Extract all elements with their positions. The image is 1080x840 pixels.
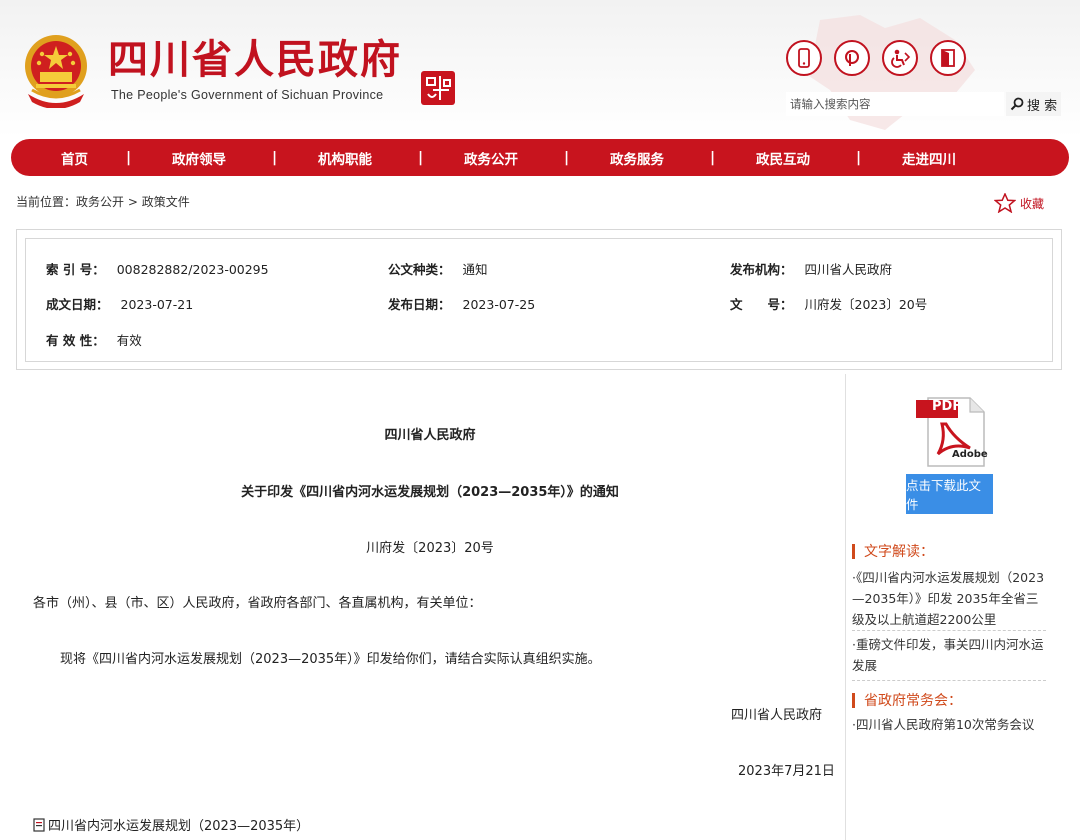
favorite-button[interactable]: 收藏: [994, 193, 1044, 213]
breadcrumb-prefix: 当前位置：: [16, 195, 77, 209]
meta-validity-value: 有效: [116, 333, 142, 348]
breadcrumb: 当前位置：政务公开 > 政策文件: [16, 193, 190, 210]
breadcrumb-separator: >: [124, 195, 142, 209]
breadcrumb-item-policy-docs[interactable]: 政策文件: [142, 195, 190, 209]
meta-index-value: 008282882/2023-00295: [116, 262, 269, 277]
meeting-heading: 省政府常务会：: [852, 690, 962, 710]
meta-index-label: 索 引 号：: [46, 262, 105, 277]
meta-written-value: 2023-07-21: [120, 297, 194, 312]
link-divider: [852, 680, 1046, 681]
weibo-icon[interactable]: [834, 40, 870, 76]
search-box: 搜 索: [786, 92, 1068, 116]
favorite-label: 收藏: [1020, 196, 1045, 211]
interpretation-title: 文字解读：: [864, 544, 934, 560]
attachment-file-icon: [33, 817, 45, 832]
search-icon: [1010, 97, 1024, 111]
star-icon: [994, 193, 1016, 213]
national-emblem-icon: [25, 35, 87, 108]
main-nav: 首页 | 政府领导 | 机构职能 | 政务公开 | 政务服务 | 政民互动 | …: [11, 139, 1069, 176]
search-button-label: 搜 索: [1027, 98, 1058, 114]
nav-item-home[interactable]: 首页: [61, 148, 88, 168]
nav-separator: |: [564, 149, 570, 166]
top-icon-group: [786, 40, 966, 76]
interpretation-link[interactable]: ·重磅文件印发，事关四川内河水运发展: [852, 634, 1048, 676]
meeting-link[interactable]: ·四川省人民政府第10次常务会议: [852, 714, 1048, 735]
interpretation-link[interactable]: ·《四川省内河水运发展规划（2023—2035年）》印发 2035年全省三级及以…: [852, 567, 1048, 630]
nav-item-services[interactable]: 政务服务: [610, 148, 664, 168]
nav-separator: |: [126, 149, 132, 166]
attachment-link[interactable]: 四川省内河水运发展规划（2023—2035年）: [33, 815, 309, 834]
document-title: 关于印发《四川省内河水运发展规划（2023—2035年）》的通知: [241, 485, 619, 500]
meta-type: 公文种类： 通知: [388, 259, 488, 278]
meta-type-value: 通知: [462, 262, 488, 277]
link-divider: [852, 630, 1046, 631]
heading-bar: [852, 692, 855, 708]
site-subtitle: The People's Government of Sichuan Provi…: [111, 88, 384, 102]
search-button[interactable]: 搜 索: [1006, 92, 1062, 116]
search-input[interactable]: [786, 92, 1004, 116]
meta-published-value: 2023-07-25: [462, 297, 536, 312]
meta-org-label: 发布机构：: [730, 262, 793, 277]
nav-separator: |: [272, 149, 278, 166]
meta-written-label: 成文日期：: [46, 297, 109, 312]
site-header: 四川省人民政府 The People's Government of Sichu…: [0, 0, 1080, 138]
meta-validity: 有 效 性： 有效: [46, 330, 142, 349]
document-number: 川府发〔2023〕20号: [366, 541, 494, 556]
document-addressee: 各市（州）、县（市、区）人民政府，省政府各部门、各直属机构，有关单位：: [33, 596, 482, 611]
meta-written-date: 成文日期： 2023-07-21: [46, 294, 193, 313]
meta-published-label: 发布日期：: [388, 297, 451, 312]
nav-separator: |: [710, 149, 716, 166]
nav-item-interaction[interactable]: 政民互动: [756, 148, 810, 168]
interpretation-heading: 文字解读：: [852, 541, 934, 561]
meta-published-date: 发布日期： 2023-07-25: [388, 294, 535, 313]
nav-item-functions[interactable]: 机构职能: [318, 148, 372, 168]
meta-docno-label: 文 号：: [730, 297, 793, 312]
breadcrumb-item-open-affairs[interactable]: 政务公开: [76, 195, 124, 209]
document-body: 四川省人民政府 关于印发《四川省内河水运发展规划（2023—2035年）》的通知…: [26, 378, 844, 840]
document-date: 2023年7月21日: [738, 764, 835, 779]
nav-separator: |: [418, 149, 424, 166]
document-signature: 四川省人民政府: [731, 708, 823, 723]
document-issuer: 四川省人民政府: [384, 428, 476, 443]
pdf-brand: Adobe: [952, 449, 988, 460]
nav-item-about-sichuan[interactable]: 走进四川: [902, 148, 956, 168]
nav-item-open-affairs[interactable]: 政务公开: [464, 148, 518, 168]
right-sidebar: PDF Adobe 点击下载此文件 文字解读： ·《四川省内河水运发展规划（20…: [845, 374, 1055, 840]
meta-doc-number: 文 号： 川府发〔2023〕20号: [730, 294, 927, 313]
meeting-title: 省政府常务会：: [864, 693, 962, 709]
attachment-label: 四川省内河水运发展规划（2023—2035年）: [48, 819, 310, 834]
nav-separator: |: [856, 149, 862, 166]
meta-type-label: 公文种类：: [388, 262, 451, 277]
document-meta-box: 索 引 号： 008282882/2023-00295 公文种类： 通知 发布机构：…: [16, 229, 1062, 370]
meta-validity-label: 有 效 性：: [46, 333, 105, 348]
site-title: 四川省人民政府: [108, 37, 402, 83]
heading-bar: [852, 543, 855, 559]
accessibility-icon[interactable]: [882, 40, 918, 76]
mobile-icon[interactable]: [786, 40, 822, 76]
nav-item-leaders[interactable]: 政府领导: [172, 148, 226, 168]
document-body-text: 现将《四川省内河水运发展规划（2023—2035年）》印发给你们，请结合实际认真…: [60, 652, 601, 667]
meta-docno-value: 川府发〔2023〕20号: [804, 297, 928, 312]
exit-icon[interactable]: [930, 40, 966, 76]
meta-org-value: 四川省人民政府: [804, 262, 893, 277]
document-meta-inner: 索 引 号： 008282882/2023-00295 公文种类： 通知 发布机构：…: [25, 238, 1053, 362]
seal-logo-icon: [421, 71, 455, 105]
meta-org: 发布机构： 四川省人民政府: [730, 259, 892, 278]
download-file-button[interactable]: 点击下载此文件: [906, 474, 993, 514]
pdf-label: PDF: [932, 399, 962, 414]
meta-index: 索 引 号： 008282882/2023-00295: [46, 259, 269, 278]
